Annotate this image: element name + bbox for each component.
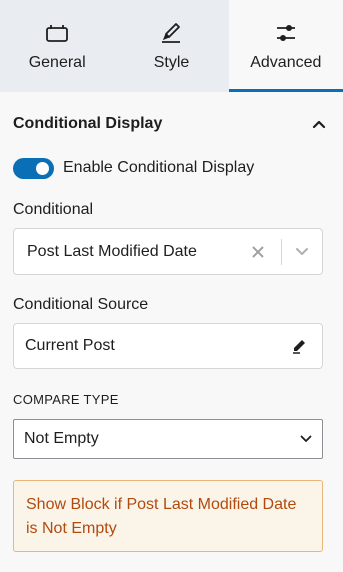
section-header[interactable]: Conditional Display bbox=[0, 113, 343, 135]
toggle-knob bbox=[36, 161, 49, 175]
tab-general[interactable]: General bbox=[0, 0, 114, 92]
toggle-label: Enable Conditional Display bbox=[63, 159, 255, 176]
tab-general-label: General bbox=[28, 54, 86, 71]
block-icon bbox=[44, 20, 70, 46]
tab-advanced[interactable]: Advanced bbox=[228, 0, 343, 92]
settings-panel: General Style Advanced Conditional Displ… bbox=[0, 0, 343, 572]
conditional-toggle-row: Enable Conditional Display bbox=[0, 157, 343, 179]
tab-style[interactable]: Style bbox=[114, 0, 228, 92]
tab-style-label: Style bbox=[153, 54, 190, 71]
chevron-down-icon[interactable] bbox=[282, 229, 322, 274]
pencil-icon[interactable] bbox=[290, 337, 308, 355]
section-title: Conditional Display bbox=[13, 115, 163, 132]
conditional-display-toggle[interactable] bbox=[13, 157, 54, 179]
conditional-select[interactable]: Post Last Modified Date bbox=[13, 228, 323, 275]
conditional-value: Post Last Modified Date bbox=[27, 242, 197, 260]
conditional-label: Conditional bbox=[13, 201, 94, 218]
compare-type-select[interactable]: Not Empty bbox=[13, 419, 323, 459]
conditional-source-label: Conditional Source bbox=[13, 296, 149, 313]
chevron-up-icon[interactable] bbox=[309, 114, 329, 134]
conditional-source-field[interactable]: Current Post bbox=[13, 323, 323, 369]
tab-bar: General Style Advanced bbox=[0, 0, 343, 92]
brush-icon bbox=[158, 20, 184, 46]
compare-type-label: COMPARE TYPE bbox=[13, 392, 119, 407]
chevron-down-icon bbox=[300, 430, 312, 448]
compare-type-value: Not Empty bbox=[24, 430, 99, 447]
clear-icon[interactable] bbox=[247, 241, 269, 263]
conditional-source-value: Current Post bbox=[25, 337, 115, 354]
conditional-notice: Show Block if Post Last Modified Date is… bbox=[13, 480, 323, 552]
sliders-icon bbox=[273, 20, 299, 46]
tab-advanced-label: Advanced bbox=[250, 54, 322, 71]
